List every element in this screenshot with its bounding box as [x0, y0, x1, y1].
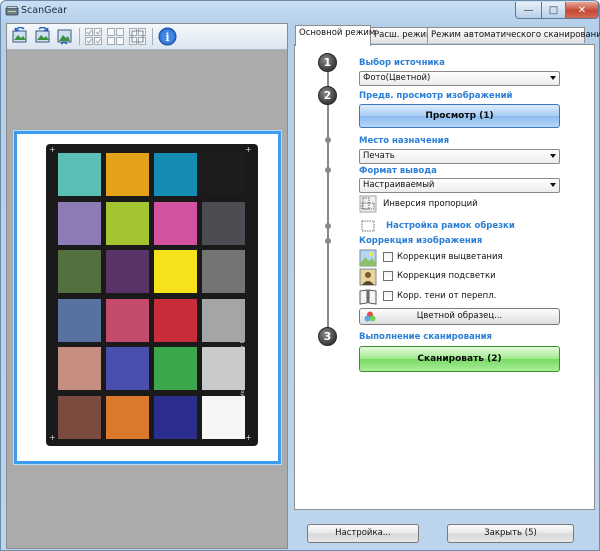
destination-dropdown-value: Печать	[363, 151, 395, 161]
crop-frames-label: Настройка рамок обрезки	[386, 221, 515, 231]
source-dropdown[interactable]: Фото(Цветной)	[359, 71, 560, 86]
color-patch	[154, 153, 197, 196]
toolbar-separator	[152, 28, 153, 45]
timeline-dot	[325, 238, 331, 244]
colorchecker-chart-image: + + + + x-rite ColorChecker® Color Rendi…	[46, 144, 258, 446]
gutter-shadow-icon	[359, 289, 377, 305]
title-bar: ScanGear — □ ✕	[1, 1, 599, 23]
mirror-icon[interactable]	[55, 27, 74, 46]
backlight-correction-label: Коррекция подсветки	[397, 271, 496, 281]
color-pattern-button[interactable]: Цветной образец...	[359, 308, 560, 325]
toolbar-separator	[79, 28, 80, 45]
whole-image-icon[interactable]	[128, 27, 147, 46]
rotate-left-icon[interactable]	[11, 27, 30, 46]
backlight-correction-icon	[359, 268, 377, 286]
close-button[interactable]: Закрыть (5)	[447, 524, 574, 543]
select-all-icon[interactable]	[84, 27, 103, 46]
crosshair-top-left: +	[49, 145, 56, 154]
tab-auto-scan-mode[interactable]: Режим автоматического сканирования	[427, 27, 600, 43]
destination-dropdown[interactable]: Печать	[359, 149, 560, 164]
basic-mode-panel: 1 Выбор источника Фото(Цветной) 2 Предв.…	[294, 44, 595, 510]
step-3-badge: 3	[318, 327, 337, 346]
color-pattern-label: Цветной образец...	[416, 311, 503, 321]
gutter-shadow-label: Корр. тени от перепл.	[397, 291, 497, 301]
color-patch	[58, 250, 101, 293]
color-patch	[154, 298, 197, 342]
tab-advanced-mode[interactable]: Расш. режим	[370, 27, 432, 43]
color-patch	[58, 395, 101, 439]
color-patch	[106, 395, 149, 439]
minimize-button[interactable]: —	[515, 2, 542, 19]
window-title: ScanGear	[21, 5, 68, 16]
preview-button[interactable]: Просмотр (1)	[359, 104, 560, 128]
invert-ratio-label: Инверсия пропорций	[383, 199, 478, 209]
maximize-icon: □	[548, 4, 559, 16]
color-patch	[58, 298, 101, 342]
source-dropdown-value: Фото(Цветной)	[363, 73, 431, 83]
fading-correction-label: Коррекция выцветания	[397, 252, 503, 262]
output-format-dropdown-value: Настраиваемый	[363, 180, 435, 190]
preview-pane: i + + + + x-rite ColorChecker® Color Ren…	[6, 23, 288, 549]
invert-ratio-icon[interactable]	[359, 195, 377, 213]
color-patch	[106, 298, 149, 342]
color-patch	[58, 347, 101, 390]
preview-images-label: Предв. просмотр изображений	[359, 91, 513, 101]
image-correction-label: Коррекция изображения	[359, 236, 483, 246]
crosshair-top-right: +	[245, 145, 252, 154]
select-source-label: Выбор источника	[359, 58, 445, 68]
color-patch	[154, 250, 197, 293]
mode-tabs: Основной режим Расш. режим Режим автомат…	[295, 25, 600, 46]
chevron-down-icon	[550, 76, 556, 80]
color-patch	[154, 395, 197, 439]
fading-correction-icon	[359, 249, 377, 267]
color-patch	[202, 201, 245, 245]
color-patch	[202, 250, 245, 293]
color-patch	[202, 153, 245, 196]
tab-basic-mode[interactable]: Основной режим	[295, 25, 375, 46]
output-format-label: Формат вывода	[359, 166, 437, 176]
step-2-badge: 2	[318, 86, 337, 105]
app-icon	[5, 6, 19, 16]
preview-toolbar: i	[7, 24, 287, 50]
close-icon: ✕	[577, 4, 587, 16]
info-icon[interactable]: i	[158, 27, 177, 46]
thumbnail-view-icon[interactable]	[106, 27, 125, 46]
destination-label: Место назначения	[359, 136, 450, 146]
color-patch	[106, 153, 149, 196]
timeline-dot	[325, 167, 331, 173]
timeline-dot	[325, 137, 331, 143]
color-patch	[154, 347, 197, 390]
execute-scan-label: Выполнение сканирования	[359, 332, 492, 342]
close-window-button[interactable]: ✕	[565, 2, 599, 19]
gutter-shadow-checkbox[interactable]	[383, 291, 393, 301]
minimize-icon: —	[523, 4, 534, 16]
rotate-right-icon[interactable]	[33, 27, 52, 46]
color-patch	[58, 153, 101, 196]
color-patch	[202, 395, 245, 439]
crop-frame-icon	[361, 220, 375, 232]
crosshair-bottom-right: +	[245, 433, 252, 442]
chevron-down-icon	[550, 183, 556, 187]
scangear-window: ScanGear — □ ✕ i + + + + Основной режим …	[0, 0, 600, 551]
color-patch	[106, 347, 149, 390]
info-glyph: i	[165, 31, 169, 44]
maximize-button[interactable]: □	[541, 2, 566, 19]
timeline-dot	[325, 223, 331, 229]
color-pattern-icon	[364, 311, 376, 322]
output-format-dropdown[interactable]: Настраиваемый	[359, 178, 560, 193]
color-patch	[154, 201, 197, 245]
preview-image-frame[interactable]: + + + + x-rite ColorChecker® Color Rendi…	[14, 131, 281, 464]
color-patch	[202, 298, 245, 342]
step-1-badge: 1	[318, 53, 337, 72]
backlight-correction-checkbox[interactable]	[383, 271, 393, 281]
color-patch	[58, 201, 101, 245]
color-patch	[106, 201, 149, 245]
scan-button[interactable]: Сканировать (2)	[359, 346, 560, 372]
color-patch	[106, 250, 149, 293]
chevron-down-icon	[550, 154, 556, 158]
crosshair-bottom-left: +	[49, 433, 56, 442]
color-patch	[202, 347, 245, 390]
settings-button[interactable]: Настройка...	[307, 524, 419, 543]
fading-correction-checkbox[interactable]	[383, 252, 393, 262]
